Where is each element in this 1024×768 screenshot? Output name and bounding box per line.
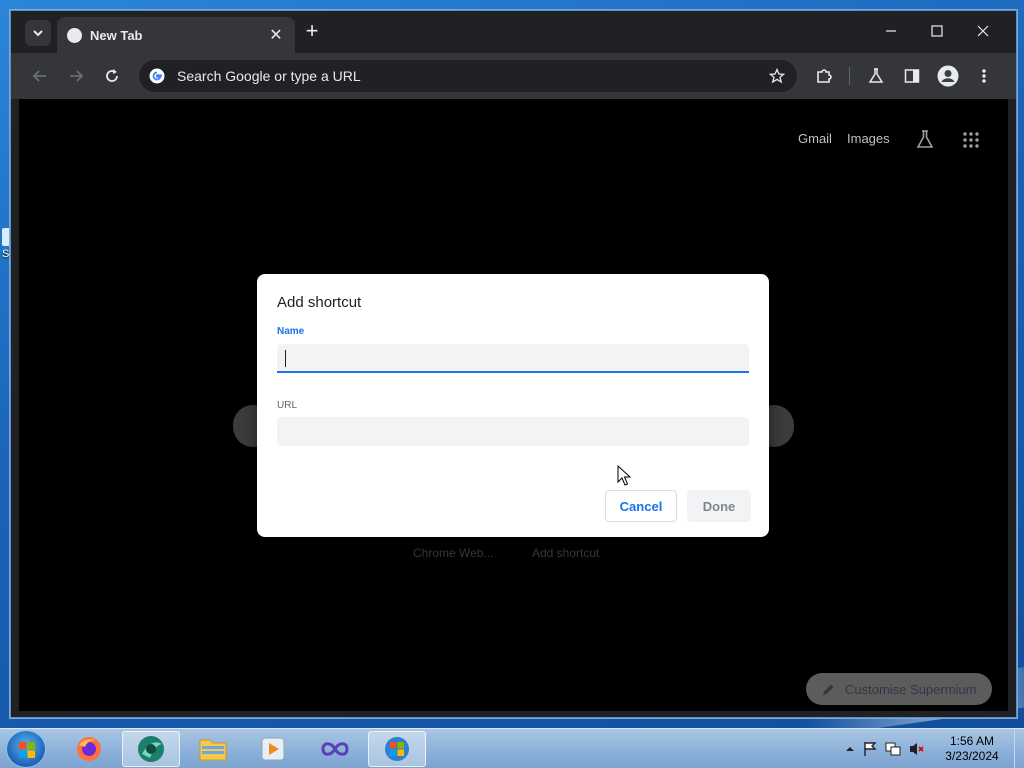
customise-label: Customise Supermium <box>845 681 977 697</box>
back-arrow-icon <box>32 70 46 82</box>
puzzle-icon <box>817 69 832 83</box>
new-tab-button[interactable]: + <box>301 20 323 43</box>
taskbar: 1:56 AM 3/23/2024 <box>0 728 1024 768</box>
forward-button[interactable] <box>63 63 89 89</box>
firefox-icon <box>77 737 101 761</box>
volume-muted-icon[interactable] <box>909 741 925 757</box>
profile-button[interactable] <box>935 63 961 89</box>
start-button[interactable] <box>6 730 46 768</box>
action-center-flag-icon[interactable] <box>863 741 877 757</box>
tray-expand-icon[interactable] <box>845 744 855 754</box>
toolbar-divider <box>849 67 850 85</box>
back-button[interactable] <box>27 63 53 89</box>
forward-arrow-icon <box>70 70 84 82</box>
done-button[interactable]: Done <box>687 490 751 522</box>
infinity-icon <box>321 742 349 756</box>
omnibox-text: Search Google or type a URL <box>177 68 361 84</box>
google-logo-icon <box>149 68 165 84</box>
kebab-menu-icon <box>982 69 986 83</box>
text-caret <box>285 350 286 367</box>
labs-flask-icon[interactable] <box>915 129 935 149</box>
gmail-link[interactable]: Gmail <box>798 131 832 146</box>
add-shortcut-dialog: Add shortcut Name URL Cancel Done <box>257 274 769 537</box>
avatar-icon <box>937 65 959 87</box>
close-window-button[interactable] <box>961 17 1005 45</box>
name-input[interactable] <box>277 344 749 373</box>
minimize-icon <box>886 30 896 32</box>
labs-button[interactable] <box>863 63 889 89</box>
taskbar-media-player[interactable] <box>244 731 302 767</box>
reload-icon <box>106 69 118 82</box>
url-input[interactable] <box>277 417 749 446</box>
omnibox[interactable]: Search Google or type a URL <box>139 60 797 92</box>
taskbar-visual-studio[interactable] <box>306 731 364 767</box>
taskbar-file-explorer[interactable] <box>184 731 242 767</box>
clock-time: 1:56 AM <box>949 734 995 748</box>
taskbar-clock[interactable]: 1:56 AM 3/23/2024 <box>940 734 1004 764</box>
media-player-icon <box>261 737 285 761</box>
minimize-button[interactable] <box>869 17 913 45</box>
side-panel-button[interactable] <box>899 63 925 89</box>
name-field-label: Name <box>277 326 305 337</box>
flask-icon <box>868 68 884 83</box>
shortcut-label-chrome-web-store: Chrome Web... <box>413 546 494 560</box>
tab-favicon-icon <box>67 27 82 43</box>
tab-new-tab[interactable]: New Tab ✕ <box>57 17 295 53</box>
windows-logo-icon <box>19 742 35 758</box>
tab-search-button[interactable] <box>25 20 51 46</box>
reload-button[interactable] <box>99 63 125 89</box>
chevron-down-icon <box>33 30 43 37</box>
menu-button[interactable] <box>971 63 997 89</box>
images-link[interactable]: Images <box>847 131 890 146</box>
side-panel-icon <box>904 69 920 83</box>
bookmark-star-button[interactable] <box>761 60 793 92</box>
titlebar: New Tab ✕ + <box>11 11 1016 53</box>
show-desktop-button[interactable] <box>1014 729 1024 768</box>
supermium-icon <box>138 736 164 762</box>
taskbar-firefox[interactable] <box>60 731 118 767</box>
close-icon <box>977 25 989 37</box>
extensions-button[interactable] <box>811 63 837 89</box>
customise-button[interactable]: Customise Supermium <box>806 673 992 705</box>
cancel-button[interactable]: Cancel <box>605 490 677 522</box>
windows-flag-icon <box>385 737 409 761</box>
folder-icon <box>199 739 227 761</box>
shortcut-label-add-shortcut: Add shortcut <box>532 546 600 560</box>
taskbar-supermium[interactable] <box>122 731 180 767</box>
clock-date: 3/23/2024 <box>945 749 999 763</box>
google-apps-icon[interactable] <box>963 132 979 148</box>
maximize-button[interactable] <box>915 17 959 45</box>
taskbar-windows-update[interactable] <box>368 731 426 767</box>
star-icon <box>769 68 785 84</box>
toolbar: Search Google or type a URL <box>11 53 1016 99</box>
mouse-cursor-icon <box>617 465 631 486</box>
tab-title: New Tab <box>90 27 143 43</box>
pencil-icon <box>823 684 834 695</box>
system-tray <box>845 741 925 757</box>
tab-close-icon[interactable]: ✕ <box>267 25 285 45</box>
dialog-title: Add shortcut <box>277 294 362 311</box>
browser-window: New Tab ✕ + Search Google or type a URL … <box>10 10 1017 718</box>
url-field-label: URL <box>277 400 298 411</box>
maximize-icon <box>931 25 943 37</box>
network-icon[interactable] <box>885 741 901 757</box>
